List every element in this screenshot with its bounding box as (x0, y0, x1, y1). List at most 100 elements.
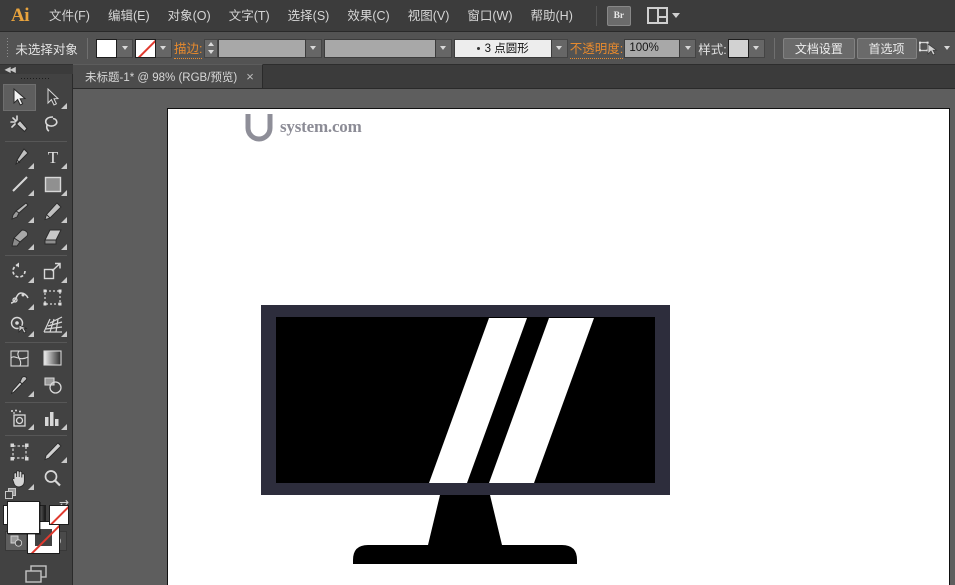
preferences-button[interactable]: 首选项 (857, 38, 917, 59)
fill-swatch[interactable] (96, 39, 117, 58)
bridge-button[interactable]: Br (607, 6, 631, 26)
perspective-grid-tool[interactable] (36, 312, 69, 339)
tool-grid-5 (3, 405, 69, 432)
zoom-tool[interactable] (36, 465, 69, 492)
collapse-panel-icon[interactable]: ◀◀ (5, 65, 15, 74)
paintbrush-tool[interactable] (3, 198, 36, 225)
change-screen-mode-button[interactable] (22, 563, 50, 585)
brush-definition-input[interactable]: 3 点圆形 (454, 39, 552, 58)
menu-help[interactable]: 帮助(H) (522, 0, 582, 32)
default-fill-stroke-icon[interactable] (5, 488, 17, 500)
document-setup-button[interactable]: 文档设置 (783, 38, 855, 59)
document-tab[interactable]: 未标题-1* @ 98% (RGB/预览) × (73, 64, 263, 88)
tools-panel-grip[interactable] (21, 78, 51, 79)
menu-file[interactable]: 文件(F) (40, 0, 99, 32)
line-segment-tool[interactable] (3, 171, 36, 198)
lasso-tool[interactable] (36, 111, 69, 138)
artboard[interactable]: system.com (167, 108, 950, 585)
control-bar: 未选择对象 描边: (0, 32, 955, 65)
stroke-swatch[interactable] (135, 39, 156, 58)
stroke-weight-group[interactable] (204, 39, 322, 58)
fill-dropdown-button[interactable] (117, 39, 133, 58)
arrange-documents-button[interactable] (647, 7, 680, 24)
brush-definition-group[interactable]: 3 点圆形 (454, 39, 568, 58)
graphic-style-swatch[interactable] (728, 39, 749, 58)
chevron-down-icon (685, 46, 691, 50)
stroke-weight-dropdown-button[interactable] (306, 39, 322, 58)
opacity-input[interactable]: 100% (624, 39, 680, 58)
chevron-down-icon (556, 46, 562, 50)
flyout-triangle-icon (28, 304, 34, 310)
blend-tool[interactable] (36, 372, 69, 399)
canvas-area[interactable]: system.com (73, 89, 955, 585)
width-tool[interactable] (3, 285, 36, 312)
select-similar-group[interactable] (919, 41, 950, 56)
stroke-profile-dropdown-button[interactable] (436, 39, 452, 58)
menu-effect[interactable]: 效果(C) (338, 0, 398, 32)
select-similar-objects-icon[interactable] (919, 41, 938, 56)
control-bar-grip[interactable] (7, 38, 8, 59)
document-tab-label: 未标题-1* @ 98% (RGB/预览) (85, 69, 237, 85)
menu-window[interactable]: 窗口(W) (458, 0, 521, 32)
flyout-triangle-icon (61, 244, 67, 250)
menu-edit[interactable]: 编辑(E) (99, 0, 159, 32)
flyout-triangle-icon (61, 163, 67, 169)
stroke-label[interactable]: 描边: (174, 38, 202, 59)
tools-panel: ◀◀ (0, 65, 73, 585)
draw-normal-button[interactable] (6, 532, 26, 550)
tool-grid-4 (3, 345, 69, 399)
opacity-label[interactable]: 不透明度: (570, 38, 623, 59)
pen-tool[interactable] (3, 144, 36, 171)
stroke-swatch-group[interactable] (135, 39, 172, 58)
arrange-documents-icon (647, 7, 668, 24)
chevron-down-icon (440, 46, 446, 50)
menu-select[interactable]: 选择(S) (279, 0, 339, 32)
opacity-dropdown-button[interactable] (680, 39, 696, 58)
graphic-style-dropdown-button[interactable] (749, 39, 765, 58)
fill-none-button[interactable] (49, 505, 69, 525)
fill-color-swatch[interactable] (7, 501, 40, 534)
opacity-group[interactable]: 100% (624, 39, 696, 58)
rectangle-tool[interactable] (36, 171, 69, 198)
fill-swatch-group[interactable] (96, 39, 133, 58)
brush-definition-dropdown-button[interactable] (552, 39, 568, 58)
free-transform-tool[interactable] (36, 285, 69, 312)
direct-selection-tool[interactable] (36, 84, 69, 111)
monitor-base (353, 545, 577, 564)
flyout-triangle-icon (28, 277, 34, 283)
artboard-tool[interactable] (3, 438, 36, 465)
chevron-down-icon (160, 46, 166, 50)
stroke-weight-input[interactable] (218, 39, 306, 58)
stroke-dropdown-button[interactable] (156, 39, 172, 58)
eyedropper-tool[interactable] (3, 372, 36, 399)
gradient-tool[interactable] (36, 345, 69, 372)
stroke-profile-group[interactable] (324, 39, 452, 58)
chevron-down-icon (122, 46, 128, 50)
stepper-down-icon (208, 50, 214, 54)
type-tool[interactable]: T (36, 144, 69, 171)
menu-view[interactable]: 视图(V) (399, 0, 459, 32)
chevron-down-icon[interactable] (944, 46, 950, 50)
monitor-illustration[interactable] (168, 109, 949, 585)
tools-panel-header[interactable]: ◀◀ (0, 65, 73, 74)
column-graph-tool[interactable] (36, 405, 69, 432)
magic-wand-tool[interactable] (3, 111, 36, 138)
mesh-tool[interactable] (3, 345, 36, 372)
rotate-tool[interactable] (3, 258, 36, 285)
slice-tool[interactable] (36, 438, 69, 465)
eraser-tool[interactable] (36, 225, 69, 252)
document-tab-bar: 未标题-1* @ 98% (RGB/预览) × (0, 65, 955, 89)
flyout-triangle-icon (61, 190, 67, 196)
pencil-tool[interactable] (36, 198, 69, 225)
scale-tool[interactable] (36, 258, 69, 285)
close-icon[interactable]: × (246, 70, 254, 83)
shape-builder-tool[interactable] (3, 312, 36, 339)
selection-tool[interactable] (3, 84, 36, 111)
blob-brush-tool[interactable] (3, 225, 36, 252)
symbol-sprayer-tool[interactable] (3, 405, 36, 432)
stroke-weight-stepper[interactable] (204, 39, 218, 58)
menu-type[interactable]: 文字(T) (220, 0, 279, 32)
menu-object[interactable]: 对象(O) (159, 0, 220, 32)
stroke-profile-input[interactable] (324, 39, 436, 58)
style-group[interactable] (728, 39, 765, 58)
